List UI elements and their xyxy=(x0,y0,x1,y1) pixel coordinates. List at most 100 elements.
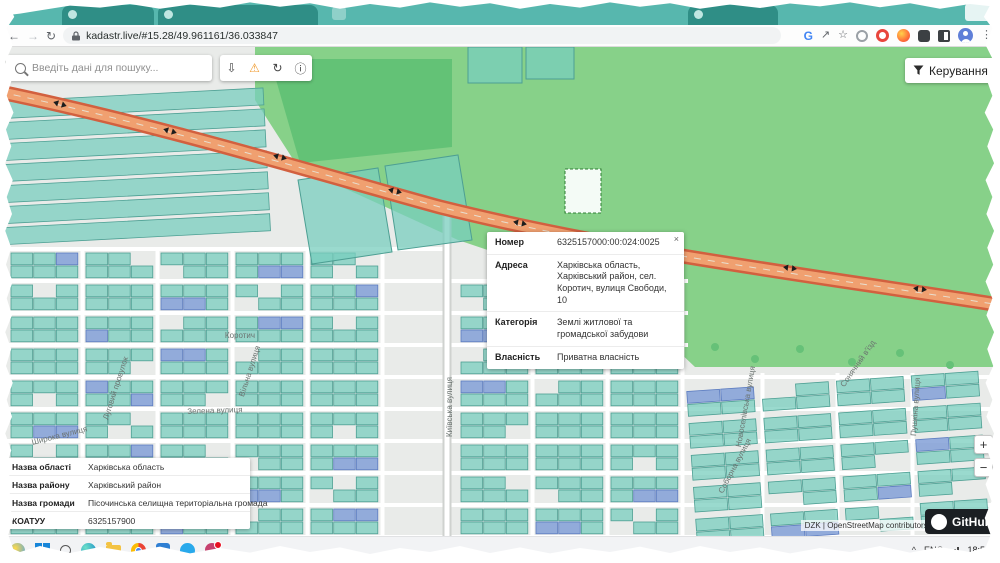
parcel[interactable] xyxy=(109,317,131,329)
parcel[interactable] xyxy=(581,381,603,393)
parcel[interactable] xyxy=(536,413,558,425)
parcel[interactable] xyxy=(161,394,183,406)
parcel[interactable] xyxy=(11,330,33,342)
parcel[interactable] xyxy=(356,285,378,297)
parcel[interactable] xyxy=(356,458,378,470)
parcel[interactable] xyxy=(764,416,798,430)
parcel[interactable] xyxy=(656,394,678,406)
parcel[interactable] xyxy=(184,445,206,457)
parcel[interactable] xyxy=(768,480,802,494)
parcel[interactable] xyxy=(484,426,506,438)
parcel[interactable] xyxy=(34,413,56,425)
parcel[interactable] xyxy=(688,402,722,416)
reload-icon[interactable]: ↻ xyxy=(46,30,56,42)
browser-menu-icon[interactable]: ⋮ xyxy=(981,30,992,41)
parcel[interactable] xyxy=(281,298,303,310)
parcel[interactable] xyxy=(281,317,303,329)
parcel[interactable] xyxy=(236,317,258,329)
parcel[interactable] xyxy=(161,381,183,393)
parcel[interactable] xyxy=(34,317,56,329)
parcel[interactable] xyxy=(842,456,876,470)
parcel[interactable] xyxy=(11,381,33,393)
address-bar[interactable]: kadastr.live/#15.28/49.961161/36.033847 xyxy=(63,27,781,44)
parcel[interactable] xyxy=(311,477,333,489)
parcel[interactable] xyxy=(559,522,581,534)
parcel[interactable] xyxy=(131,330,153,342)
parcel[interactable] xyxy=(765,429,799,443)
parcel[interactable] xyxy=(206,285,228,297)
parcel[interactable] xyxy=(656,413,678,425)
browser-tab[interactable] xyxy=(688,5,778,25)
parcel[interactable] xyxy=(86,298,108,310)
parcel[interactable] xyxy=(796,395,830,409)
parcel[interactable] xyxy=(236,413,258,425)
parcel[interactable] xyxy=(771,512,805,526)
parcel[interactable] xyxy=(484,445,506,457)
parcel[interactable] xyxy=(559,394,581,406)
parcel[interactable] xyxy=(484,477,506,489)
parcel[interactable] xyxy=(536,477,558,489)
parcel[interactable] xyxy=(259,509,281,521)
parcel[interactable] xyxy=(259,266,281,278)
parcel[interactable] xyxy=(56,266,78,278)
parcel[interactable] xyxy=(259,298,281,310)
parcel[interactable] xyxy=(259,413,281,425)
parcel[interactable] xyxy=(281,477,303,489)
parcel[interactable] xyxy=(259,349,281,361)
parcel[interactable] xyxy=(581,394,603,406)
parcel[interactable] xyxy=(184,362,206,374)
parcel[interactable] xyxy=(696,517,730,531)
extension-icon[interactable] xyxy=(856,30,868,42)
parcel[interactable] xyxy=(690,434,724,448)
parcel[interactable] xyxy=(581,413,603,425)
selected-parcel[interactable] xyxy=(565,169,601,213)
start-button[interactable] xyxy=(35,543,50,558)
parcel[interactable] xyxy=(461,317,483,329)
parcel[interactable] xyxy=(109,330,131,342)
parcel[interactable] xyxy=(945,371,979,385)
parcel[interactable] xyxy=(946,384,980,398)
parcel[interactable] xyxy=(281,426,303,438)
parcel[interactable] xyxy=(184,266,206,278)
parcel[interactable] xyxy=(559,509,581,521)
google-g-icon[interactable]: G xyxy=(804,30,813,42)
parcel[interactable] xyxy=(506,413,528,425)
parcel[interactable] xyxy=(484,381,506,393)
parcel[interactable] xyxy=(334,445,356,457)
parcel[interactable] xyxy=(236,445,258,457)
parcel[interactable] xyxy=(914,418,948,432)
parcel[interactable] xyxy=(334,381,356,393)
parcel[interactable] xyxy=(334,522,356,534)
parcel[interactable] xyxy=(86,266,108,278)
parcel[interactable] xyxy=(356,477,378,489)
parcel[interactable] xyxy=(918,469,952,483)
parcel[interactable] xyxy=(281,445,303,457)
parcel[interactable] xyxy=(767,461,801,475)
parcel[interactable] xyxy=(206,317,228,329)
parcel[interactable] xyxy=(581,490,603,502)
parcel[interactable] xyxy=(161,426,183,438)
parcel[interactable] xyxy=(281,509,303,521)
parcel[interactable] xyxy=(34,266,56,278)
parcel[interactable] xyxy=(281,349,303,361)
taskbar-search-icon[interactable] xyxy=(60,545,71,556)
parcel[interactable] xyxy=(356,317,378,329)
parcel[interactable] xyxy=(916,437,950,451)
parcel[interactable] xyxy=(11,349,33,361)
parcel[interactable] xyxy=(877,472,911,486)
parcel[interactable] xyxy=(356,349,378,361)
parcel[interactable] xyxy=(461,381,483,393)
parcel[interactable] xyxy=(281,522,303,534)
parcel[interactable] xyxy=(281,458,303,470)
parcel[interactable] xyxy=(536,522,558,534)
parcel[interactable] xyxy=(801,458,835,472)
parcel[interactable] xyxy=(728,496,762,510)
parcel[interactable] xyxy=(259,330,281,342)
parcel[interactable] xyxy=(161,298,183,310)
parcel[interactable] xyxy=(611,509,633,521)
parcel[interactable] xyxy=(281,413,303,425)
puzzle-extensions-icon[interactable] xyxy=(918,30,930,42)
parcel[interactable] xyxy=(506,522,528,534)
parcel[interactable] xyxy=(259,394,281,406)
parcel[interactable] xyxy=(947,403,981,417)
